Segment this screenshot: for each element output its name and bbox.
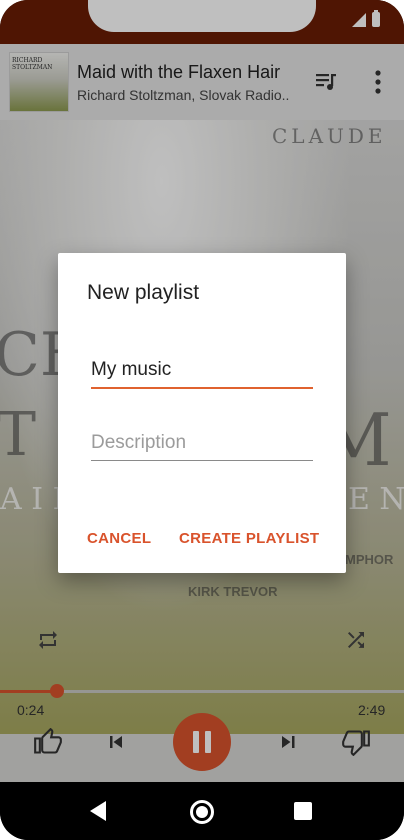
system-nav-bar xyxy=(0,782,404,840)
dialog-title: New playlist xyxy=(87,281,200,304)
new-playlist-dialog: New playlist CANCEL CREATE PLAYLIST xyxy=(58,253,346,573)
playlist-name-input[interactable] xyxy=(91,353,313,389)
back-icon[interactable] xyxy=(90,801,106,821)
create-playlist-button[interactable]: CREATE PLAYLIST xyxy=(179,530,319,547)
cancel-button[interactable]: CANCEL xyxy=(87,530,151,547)
playlist-description-input[interactable] xyxy=(91,426,313,461)
phone-screen: CLAUDE CH T L M A I D E N MPHOR KIRK TRE… xyxy=(0,0,404,840)
home-icon[interactable] xyxy=(190,800,214,824)
recents-icon[interactable] xyxy=(294,802,312,820)
